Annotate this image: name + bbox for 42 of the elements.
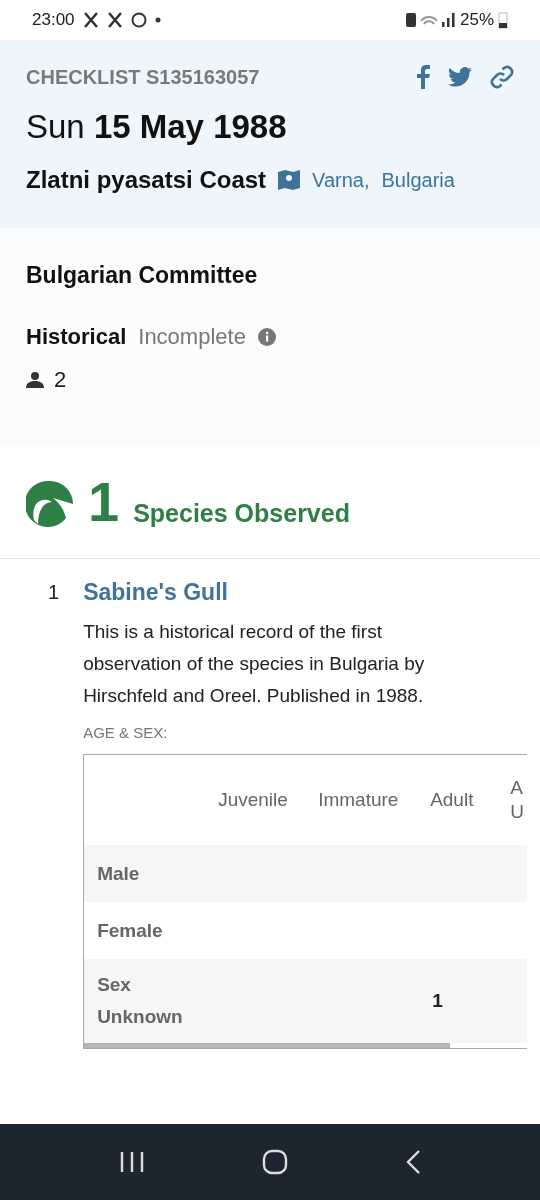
party-size: 2	[54, 366, 67, 394]
checklist-date: Sun 15 May 1988	[26, 107, 288, 147]
count-cell-text: 1	[431, 988, 444, 1013]
protocol-label: Historical	[26, 323, 127, 351]
row-header: Male	[96, 861, 141, 886]
region-link[interactable]: Varna,	[312, 164, 370, 195]
wifi-icon	[419, 15, 438, 25]
map-pin-icon[interactable]	[278, 168, 301, 191]
info-icon[interactable]	[257, 327, 276, 346]
bird-logo-icon	[26, 480, 74, 528]
x-logo-icon	[82, 11, 99, 29]
clock-time: 23:00	[32, 9, 75, 32]
dot-icon	[154, 17, 161, 23]
person-icon	[26, 371, 44, 388]
completeness-label: Incomplete	[138, 323, 246, 351]
column-header: Adult	[429, 787, 475, 812]
species-number: 1	[48, 580, 60, 605]
column-header: A U	[510, 776, 525, 824]
row-header: Female	[96, 918, 164, 943]
species-comment: This is a historical record of the first observation of the species in Bulgaria by Hirschfeld and Oreel. Published in 1988.	[83, 619, 426, 708]
recent-apps-icon[interactable]	[118, 1150, 145, 1174]
signal-icon	[441, 13, 456, 27]
species-count: 1	[88, 476, 120, 528]
twitter-icon[interactable]	[448, 67, 472, 87]
column-header: Juvenile	[217, 787, 289, 812]
age-sex-label: AGE & SEX:	[83, 722, 169, 743]
observer-name: Bulgarian Committee	[26, 260, 259, 290]
home-icon[interactable]	[262, 1149, 288, 1175]
species-observed-label: Species Observed	[133, 497, 350, 529]
country-link[interactable]: Bulgaria	[381, 164, 455, 195]
battery-saver-icon	[405, 13, 416, 27]
facebook-icon[interactable]	[416, 65, 430, 89]
battery-icon	[498, 11, 508, 29]
location-name: Zlatni pyasatsi Coast	[26, 164, 267, 195]
back-icon[interactable]	[405, 1149, 422, 1175]
checklist-id: CHECKLIST S135163057	[26, 65, 260, 90]
x-logo-icon	[106, 11, 123, 29]
column-header: Immature	[317, 787, 400, 812]
row-header: Sex Unknown	[96, 973, 184, 1029]
species-name-link[interactable]: Sabine's Gull	[83, 575, 540, 610]
link-icon[interactable]	[490, 65, 514, 89]
battery-percentage: 25%	[459, 9, 494, 32]
